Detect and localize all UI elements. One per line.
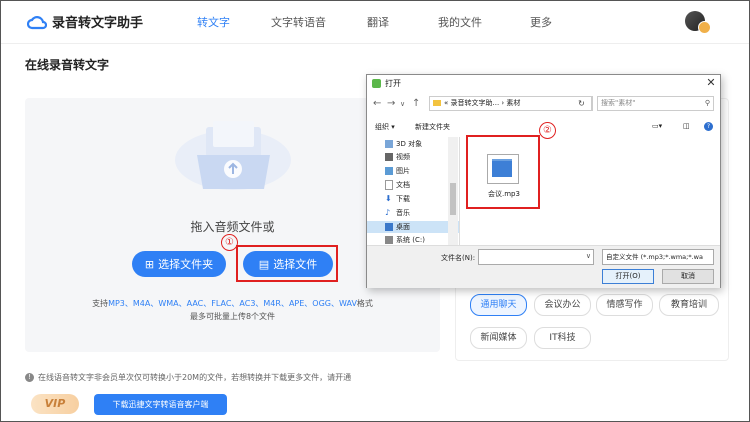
nav-transcribe[interactable]: 转文字	[197, 14, 230, 30]
upload-limit: 最多可批量上传8个文件	[189, 312, 276, 321]
tree-item-drive[interactable]: 系统 (C:)	[385, 235, 425, 245]
formats-list: MP3、M4A、WMA、AAC、FLAC、AC3、M4R、APE、OGG、WAV	[108, 299, 357, 308]
tree-item-desktop[interactable]: 桌面	[367, 221, 459, 233]
tree-label: 桌面	[396, 223, 410, 231]
vip-badge-icon	[698, 21, 711, 34]
info-icon: !	[25, 373, 34, 382]
step-marker-1: ①	[221, 234, 238, 251]
dialog-title: 打开	[385, 79, 401, 88]
view-icon[interactable]: ▭▾	[652, 122, 662, 130]
filename-input[interactable]: ∨	[478, 249, 594, 265]
nav-translate[interactable]: 翻译	[367, 14, 389, 30]
chevron-down-icon[interactable]: ∨	[400, 100, 405, 108]
notice-text: 在线语音转文字非会员单次仅可转换小于20M的文件，若想转换并下载更多文件，请开通	[38, 373, 352, 382]
formats-prefix: 支持	[92, 299, 109, 308]
scrollbar-thumb[interactable]	[450, 183, 456, 215]
tree-label: 视频	[396, 153, 410, 161]
cloud-logo-icon	[27, 15, 47, 29]
category-chip[interactable]: 会议办公	[534, 294, 591, 316]
organize-menu[interactable]: 组织 ▾	[375, 122, 395, 132]
choose-folder-label: 选择文件夹	[158, 258, 214, 271]
folder-icon: ⊞	[144, 257, 155, 271]
refresh-icon[interactable]: ↻	[572, 96, 592, 111]
cancel-button[interactable]: 取消	[662, 269, 714, 284]
category-chip[interactable]: 新闻媒体	[470, 327, 527, 349]
dialog-footer: 文件名(N): ∨ 自定义文件 (*.mp3;*.wma;*.wa 打开(O) …	[367, 245, 720, 288]
3d-objects-icon	[385, 140, 393, 148]
step-marker-2: ②	[539, 122, 556, 139]
tree-label: 音乐	[396, 209, 410, 217]
search-icon: ⚲	[704, 99, 710, 107]
choose-folder-button[interactable]: ⊞ 选择文件夹	[132, 251, 226, 277]
download-client-button[interactable]: 下载迅捷文字转语音客户端	[94, 394, 227, 415]
tree-label: 3D 对象	[396, 140, 423, 148]
address-bar[interactable]: « 录音转文字助... › 素材	[429, 96, 593, 111]
navigation-tree: 3D 对象 视频 图片 文档 ⬇ 下载 ♪ 音乐 桌面 系统 (C:)	[367, 137, 460, 245]
tree-label: 下载	[396, 195, 410, 203]
tree-label: 图片	[396, 167, 410, 175]
download-icon: ⬇	[385, 194, 392, 203]
tree-item-3d-objects[interactable]: 3D 对象	[385, 138, 422, 150]
video-icon	[385, 153, 393, 161]
tree-item-pictures[interactable]: 图片	[385, 165, 410, 177]
close-icon[interactable]: ✕	[704, 76, 718, 90]
category-chip[interactable]: IT科技	[534, 327, 591, 349]
category-chip[interactable]: 教育培训	[659, 294, 719, 316]
help-icon[interactable]: ?	[704, 122, 713, 131]
nav-more[interactable]: 更多	[530, 14, 552, 30]
app-window: 录音转文字助手 转文字 文字转语音 翻译 我的文件 更多 在线录音转文字 拖入音…	[0, 0, 750, 422]
chevron-down-icon[interactable]: ∨	[586, 252, 591, 260]
dialog-titlebar: 打开 ✕	[367, 75, 720, 92]
music-icon: ♪	[385, 208, 391, 217]
filename-label: 文件名(N):	[441, 254, 476, 262]
app-icon	[372, 79, 381, 88]
app-logo[interactable]: 录音转文字助手	[27, 12, 143, 31]
vip-button[interactable]: VIP	[31, 394, 79, 414]
top-navigation: 录音转文字助手 转文字 文字转语音 翻译 我的文件 更多	[1, 1, 749, 44]
documents-icon	[385, 180, 393, 190]
folder-icon	[433, 100, 441, 106]
new-folder-button[interactable]: 新建文件夹	[415, 122, 450, 132]
member-notice: ! 在线语音转文字非会员单次仅可转换小于20M的文件，若想转换并下载更多文件，请…	[25, 372, 351, 383]
up-arrow-icon[interactable]: ↑	[412, 98, 420, 109]
highlight-box-file	[466, 135, 540, 209]
desktop-icon	[385, 223, 393, 231]
category-chip[interactable]: 情感写作	[596, 294, 653, 316]
app-name: 录音转文字助手	[52, 16, 144, 31]
file-type-select[interactable]: 自定义文件 (*.mp3;*.wma;*.wa	[602, 249, 714, 265]
tree-item-documents[interactable]: 文档	[385, 179, 410, 191]
category-chip[interactable]: 通用聊天	[470, 294, 527, 316]
preview-pane-icon[interactable]: ◫	[683, 122, 690, 130]
address-row: ← → ∨ ↑ « 录音转文字助... › 素材 ↻ 搜索"素材" ⚲	[367, 93, 720, 115]
search-placeholder: 搜索"素材"	[601, 99, 636, 107]
supported-formats: 支持MP3、M4A、WMA、AAC、FLAC、AC3、M4R、APE、OGG、W…	[25, 298, 440, 309]
back-arrow-icon[interactable]: ←	[373, 98, 381, 109]
nav-text-to-speech[interactable]: 文字转语音	[271, 14, 326, 30]
tree-label: 文档	[396, 181, 410, 189]
tree-label: 系统 (C:)	[396, 236, 425, 244]
tree-item-downloads[interactable]: ⬇ 下载	[385, 193, 410, 205]
forward-arrow-icon[interactable]: →	[387, 98, 395, 109]
highlight-box-file-button	[236, 245, 338, 282]
drive-icon	[385, 236, 393, 244]
page-title: 在线录音转文字	[25, 58, 110, 72]
nav-my-files[interactable]: 我的文件	[438, 14, 482, 30]
tree-scrollbar[interactable]	[448, 137, 458, 245]
open-file-dialog: 打开 ✕ ← → ∨ ↑ « 录音转文字助... › 素材 ↻ 搜索"素材" ⚲…	[366, 74, 721, 288]
pictures-icon	[385, 167, 393, 175]
search-input[interactable]: 搜索"素材" ⚲	[597, 96, 714, 111]
address-path: « 录音转文字助... › 素材	[444, 99, 521, 107]
formats-suffix: 格式	[356, 299, 373, 308]
upload-illustration-icon	[175, 121, 291, 190]
tree-item-videos[interactable]: 视频	[385, 151, 410, 163]
tree-item-music[interactable]: ♪ 音乐	[385, 207, 410, 219]
open-button[interactable]: 打开(O)	[602, 269, 654, 284]
